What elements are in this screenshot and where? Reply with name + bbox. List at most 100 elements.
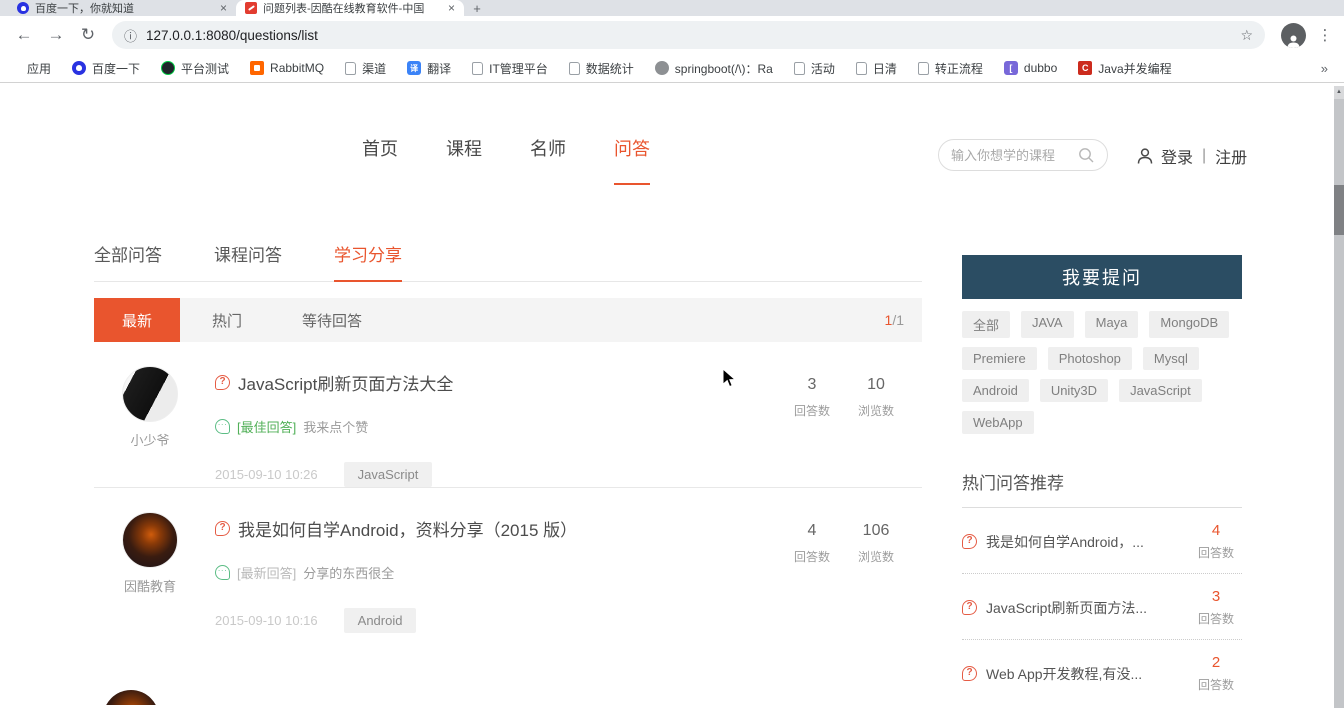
page-content: 首页 课程 名师 问答 登录 | 注册 全部问答 课程问答 学习分享 最新 热门…: [0, 83, 1344, 705]
filter-waiting[interactable]: 等待回答: [274, 298, 390, 342]
avatar[interactable]: [122, 366, 178, 422]
bookmark-baidu[interactable]: 百度一下: [72, 60, 140, 77]
hot-item[interactable]: ? 我是如何自学Android，... 4 回答数: [962, 508, 1242, 574]
bookmark-translate[interactable]: 译 翻译: [407, 60, 451, 77]
filter-newest[interactable]: 最新: [94, 298, 180, 342]
bookmark-apps[interactable]: 应用: [10, 60, 51, 77]
search-input[interactable]: [951, 148, 1078, 163]
bookmarks-overflow-icon[interactable]: »: [1321, 61, 1334, 76]
question-body: ? JavaScript刷新页面方法大全 ··· [最佳回答] 我来点个赞 20…: [197, 366, 794, 487]
bookmark-activity[interactable]: 活动: [794, 60, 835, 77]
answer-icon: ···: [215, 565, 230, 580]
ask-question-button[interactable]: 我要提问: [962, 255, 1242, 299]
tag-all[interactable]: 全部: [962, 311, 1010, 338]
new-tab-button[interactable]: +: [464, 0, 490, 16]
tab-study-share[interactable]: 学习分享: [334, 241, 402, 282]
bookmark-daily[interactable]: 日清: [856, 60, 897, 77]
scrollbar-thumb[interactable]: [1334, 185, 1344, 235]
reload-icon[interactable]: ↻: [74, 25, 102, 45]
scrollbar-up-icon[interactable]: ▲: [1334, 86, 1344, 99]
browser-toolbar: ← → ↻ ⓘ 127.0.0.1:8080/questions/list ☆ …: [0, 16, 1344, 54]
page-scrollbar[interactable]: ▲: [1334, 86, 1344, 708]
tag-webapp[interactable]: WebApp: [962, 411, 1034, 434]
forward-icon[interactable]: →: [42, 25, 70, 45]
course-search[interactable]: [938, 139, 1108, 171]
hot-item-title[interactable]: 我是如何自学Android，...: [986, 532, 1190, 552]
tab-question-list[interactable]: 问题列表-因酷在线教育软件-中国 ×: [236, 0, 464, 16]
site-info-icon[interactable]: ⓘ: [124, 26, 137, 45]
question-title[interactable]: JavaScript刷新页面方法大全: [238, 370, 453, 395]
search-icon[interactable]: [1078, 147, 1095, 164]
bookmark-springboot[interactable]: springboot(/\)：Ra: [655, 60, 773, 77]
bookmark-it-platform[interactable]: IT管理平台: [472, 60, 548, 77]
bookmark-channel[interactable]: 渠道: [345, 60, 386, 77]
tag-android[interactable]: Android: [962, 379, 1029, 402]
bookmark-rabbitmq[interactable]: RabbitMQ: [250, 61, 324, 75]
hot-item[interactable]: ? Web App开发教程,有没... 2 回答数: [962, 640, 1242, 705]
bookmark-label: 转正流程: [935, 60, 983, 77]
close-icon[interactable]: ×: [448, 2, 455, 14]
close-icon[interactable]: ×: [220, 2, 227, 14]
nav-courses[interactable]: 课程: [446, 135, 482, 185]
tag-mysql[interactable]: Mysql: [1143, 347, 1199, 370]
question-row[interactable]: 小少爷 ? JavaScript刷新页面方法大全 ··· [最佳回答] 我来点个…: [94, 342, 922, 488]
question-user: 小少爷: [103, 366, 197, 487]
question-tag[interactable]: JavaScript: [344, 462, 433, 487]
bookmark-process[interactable]: 转正流程: [918, 60, 983, 77]
login-link[interactable]: 登录: [1161, 144, 1193, 168]
nav-questions[interactable]: 问答: [614, 135, 650, 185]
bookmark-platform-test[interactable]: 平台测试: [161, 60, 229, 77]
bookmark-label: 平台测试: [181, 60, 229, 77]
bookmark-dubbo[interactable]: [ dubbo: [1004, 61, 1057, 75]
avatar[interactable]: [122, 512, 178, 568]
site-nav: 首页 课程 名师 问答: [362, 135, 650, 185]
tab-baidu[interactable]: 百度一下，你就知道 ×: [8, 0, 236, 16]
avatar[interactable]: [103, 690, 159, 705]
tag-premiere[interactable]: Premiere: [962, 347, 1037, 370]
hot-item-stats: 3 回答数: [1190, 588, 1242, 627]
hot-item-title[interactable]: Web App开发教程,有没...: [986, 664, 1190, 684]
question-title[interactable]: 我是如何自学Android，资料分享（2015 版）: [238, 516, 577, 541]
username: 因酷教育: [103, 576, 197, 595]
bookmark-star-icon[interactable]: ☆: [1240, 27, 1253, 44]
bookmark-label: 日清: [873, 60, 897, 77]
page-total: /1: [892, 312, 904, 328]
tag-javascript[interactable]: JavaScript: [1119, 379, 1202, 402]
nav-teachers[interactable]: 名师: [530, 135, 566, 185]
person-icon: [1286, 34, 1301, 48]
address-bar[interactable]: ⓘ 127.0.0.1:8080/questions/list ☆: [112, 21, 1265, 49]
tag-maya[interactable]: Maya: [1085, 311, 1139, 338]
inxedu-favicon: [245, 2, 257, 14]
answers-label: 回答数: [794, 402, 830, 419]
nav-home[interactable]: 首页: [362, 135, 398, 185]
filter-hot[interactable]: 热门: [184, 298, 270, 342]
register-link[interactable]: 注册: [1215, 144, 1247, 168]
profile-avatar[interactable]: [1281, 23, 1306, 48]
url-text[interactable]: 127.0.0.1:8080/questions/list: [146, 28, 318, 43]
tag-mongodb[interactable]: MongoDB: [1149, 311, 1229, 338]
bookmark-data-stats[interactable]: 数据统计: [569, 60, 634, 77]
hot-item[interactable]: ? JavaScript刷新页面方法... 3 回答数: [962, 574, 1242, 640]
question-row[interactable]: 因酷教育 ? 我是如何自学Android，资料分享（2015 版） ··· [最…: [94, 488, 922, 633]
answers-count: 2: [1190, 654, 1242, 671]
tag-photoshop[interactable]: Photoshop: [1048, 347, 1132, 370]
tag-unity3d[interactable]: Unity3D: [1040, 379, 1108, 402]
views-count: 106: [858, 522, 894, 540]
bookmark-java-concurrency[interactable]: C Java并发编程: [1078, 60, 1171, 77]
tab-all-questions[interactable]: 全部问答: [94, 241, 162, 281]
question-stats: 3 回答数 10 浏览数: [794, 366, 922, 487]
menu-icon[interactable]: ⋮: [1316, 26, 1334, 44]
question-tag[interactable]: Android: [344, 608, 417, 633]
tag-java[interactable]: JAVA: [1021, 311, 1074, 338]
bookmark-label: 应用: [27, 60, 51, 77]
bookmark-label: Java并发编程: [1098, 60, 1171, 77]
views-count: 10: [858, 376, 894, 394]
tab-course-questions[interactable]: 课程问答: [214, 241, 282, 281]
bookmark-label: RabbitMQ: [270, 61, 324, 75]
question-list-panel: 全部问答 课程问答 学习分享 最新 热门 等待回答 1/1 小少爷 ? Java…: [94, 241, 922, 633]
hot-item-title[interactable]: JavaScript刷新页面方法...: [986, 598, 1190, 618]
answers-count: 3: [1190, 588, 1242, 605]
back-icon[interactable]: ←: [10, 25, 38, 45]
bookmark-label: dubbo: [1024, 61, 1057, 75]
question-date: 2015-09-10 10:16: [215, 613, 318, 628]
